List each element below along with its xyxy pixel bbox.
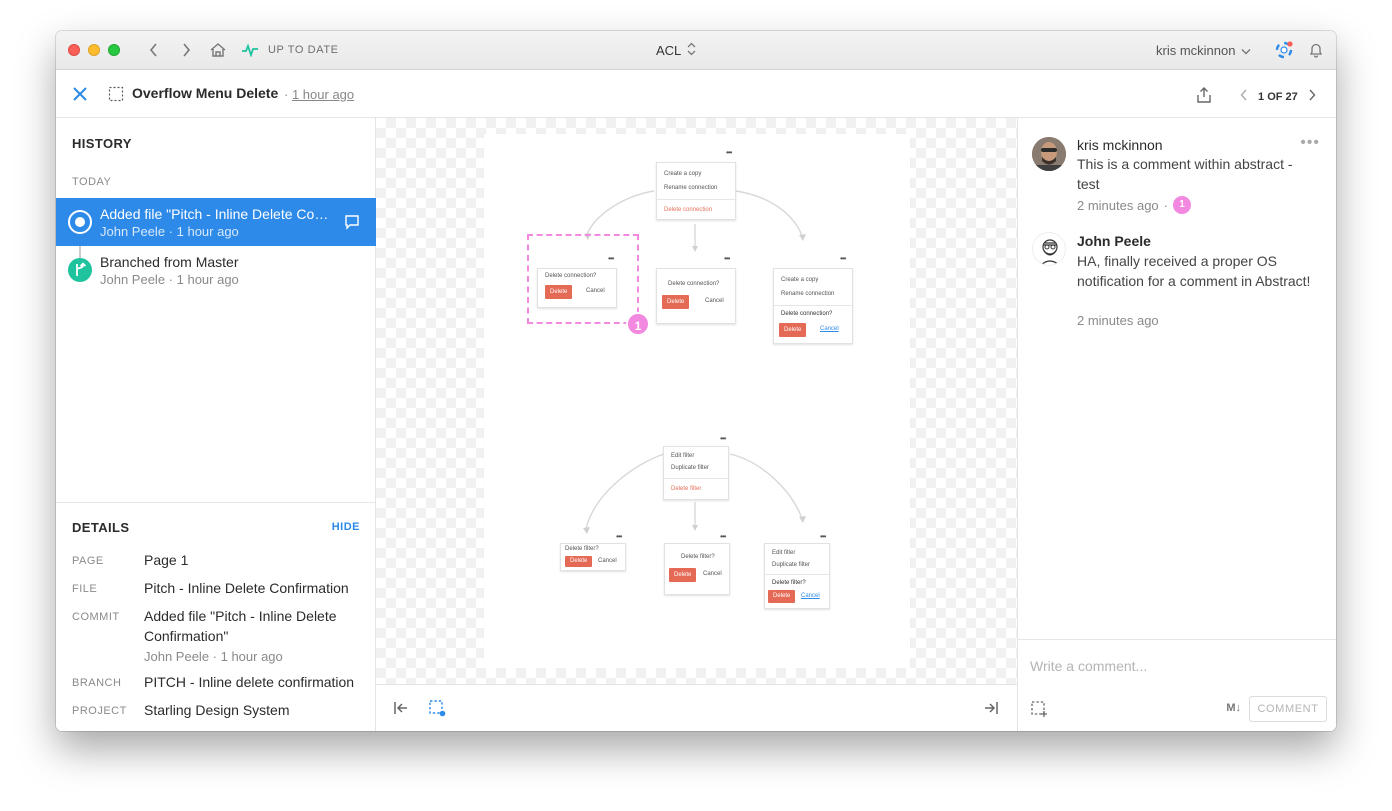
close-icon[interactable]: [70, 84, 90, 104]
history-sidebar: HISTORY TODAY Added file "Pitch - Inline…: [56, 118, 376, 731]
chevron-down-icon: [1241, 43, 1251, 58]
mock-filter-expanded-confirm: Edit filter Duplicate filter Delete filt…: [764, 543, 830, 609]
layer-header: Overflow Menu Delete · 1 hour ago 1 OF 2…: [56, 70, 1336, 118]
collapse-left-icon[interactable]: [392, 699, 410, 717]
home-icon[interactable]: [208, 40, 228, 60]
mock-popover-confirm: Delete connection? Delete Cancel: [656, 268, 736, 324]
zoom-window-button[interactable]: [108, 44, 120, 56]
design-canvas[interactable]: Create a copy Rename connection Delete c…: [376, 118, 1017, 684]
timestamp-link[interactable]: 1 hour ago: [292, 87, 354, 102]
commit-meta: John Peele · 1 hour ago: [144, 649, 283, 664]
commit-label: COMMIT: [72, 611, 120, 623]
project-name: ACL: [656, 43, 682, 58]
mock-context-menu: Create a copy Rename connection Delete c…: [656, 162, 736, 220]
history-item-added-file[interactable]: Added file "Pitch - Inline Delete Confir…: [56, 198, 376, 246]
file-label: FILE: [72, 583, 98, 595]
app-window: UP TO DATE ACL kris mckinnon Overflow Me…: [56, 31, 1336, 731]
comment-pin-badge[interactable]: 1: [1173, 196, 1192, 214]
close-window-button[interactable]: [68, 44, 80, 56]
file-value[interactable]: Pitch - Inline Delete Confirmation: [144, 578, 360, 598]
minimize-window-button[interactable]: [88, 44, 100, 56]
comment-author: kris mckinnon: [1077, 137, 1163, 153]
comment-body: This is a comment within abstract - test: [1077, 156, 1293, 192]
updown-chevron-icon: [687, 42, 696, 59]
comment-pin[interactable]: 1: [626, 312, 650, 336]
comment-body: HA, finally received a proper OS notific…: [1077, 253, 1311, 289]
project-value[interactable]: Starling Design System: [144, 700, 360, 720]
comment-composer: M↓ COMMENT: [1018, 639, 1336, 731]
comment-annotation-region[interactable]: [527, 234, 639, 324]
commit-title: Added file "Pitch - Inline Delete Confir…: [100, 206, 336, 222]
artboard-icon: [108, 86, 124, 102]
user-menu[interactable]: kris mckinnon: [1156, 43, 1251, 58]
comment-more-icon[interactable]: •••: [1300, 134, 1320, 152]
share-icon[interactable]: [1196, 86, 1212, 107]
timestamp-separator: ·: [284, 87, 289, 102]
artboard: Create a copy Rename connection Delete c…: [484, 134, 910, 668]
commit-node-icon: [68, 210, 92, 234]
mock-filter-inline-confirm: Delete filter? Delete Cancel: [560, 543, 626, 571]
branch-label: BRANCH: [72, 677, 122, 689]
commit-title: Branched from Master: [100, 254, 239, 270]
forward-chevron-icon[interactable]: [176, 40, 196, 60]
title-bar: UP TO DATE ACL kris mckinnon: [56, 31, 1336, 70]
details-heading: DETAILS: [72, 520, 130, 535]
sync-status-label: UP TO DATE: [268, 44, 339, 56]
comment-author: John Peele: [1077, 233, 1151, 249]
branch-value[interactable]: PITCH - Inline delete confirmation: [144, 672, 360, 692]
mock-expanded-confirm: Create a copy Rename connection Delete c…: [773, 268, 853, 344]
details-panel: DETAILS HIDE PAGE Page 1 FILE Pitch - In…: [56, 502, 376, 731]
page-value: Page 1: [144, 552, 189, 568]
collapse-right-icon[interactable]: [982, 699, 1000, 717]
branch-node-icon: [68, 258, 92, 282]
history-day-label: TODAY: [72, 176, 112, 188]
commit-meta: John Peele · 1 hour ago: [100, 224, 239, 239]
comment-bubble-icon[interactable]: [344, 214, 360, 230]
layer-timestamp: · 1 hour ago: [284, 87, 354, 102]
layer-pager: 1 OF 27: [1196, 86, 1316, 107]
notification-bell-icon[interactable]: [1306, 40, 1326, 60]
back-chevron-icon[interactable]: [144, 40, 164, 60]
help-lifebuoy-icon[interactable]: [1274, 40, 1294, 60]
add-annotation-icon[interactable]: [1030, 700, 1048, 718]
comment-time: 2 minutes ago: [1077, 313, 1159, 328]
canvas-toolbar: [376, 684, 1017, 731]
mock-filter-menu: Edit filter Duplicate filter Delete filt…: [663, 446, 729, 500]
next-layer-icon[interactable]: [1308, 89, 1316, 104]
comments-panel: kris mckinnon ••• This is a comment with…: [1017, 118, 1336, 731]
project-label: PROJECT: [72, 705, 127, 717]
prev-layer-icon[interactable]: [1240, 89, 1248, 104]
project-switcher[interactable]: ACL: [656, 42, 736, 59]
annotation-select-icon[interactable]: [428, 699, 446, 717]
avatar: [1032, 137, 1066, 171]
hide-details-link[interactable]: HIDE: [332, 521, 360, 533]
comment-time: 2 minutes ago · 1: [1077, 196, 1192, 214]
pager-count: 1 OF 27: [1258, 90, 1298, 103]
avatar: [1032, 232, 1066, 266]
page-label: PAGE: [72, 555, 104, 567]
commit-value: Added file "Pitch - Inline Delete Confir…: [144, 608, 337, 644]
commit-meta: John Peele · 1 hour ago: [100, 272, 239, 287]
markdown-icon[interactable]: M↓: [1226, 702, 1241, 714]
layer-title: Overflow Menu Delete: [132, 85, 279, 101]
activity-pulse-icon: [240, 40, 260, 60]
mock-filter-popover-confirm: Delete filter? Delete Cancel: [664, 543, 730, 595]
user-name: kris mckinnon: [1156, 43, 1236, 58]
history-item-branched[interactable]: Branched from Master John Peele · 1 hour…: [56, 246, 376, 294]
comment-submit-button[interactable]: COMMENT: [1249, 696, 1327, 722]
comment-input[interactable]: [1030, 654, 1320, 678]
history-heading: HISTORY: [72, 136, 132, 151]
